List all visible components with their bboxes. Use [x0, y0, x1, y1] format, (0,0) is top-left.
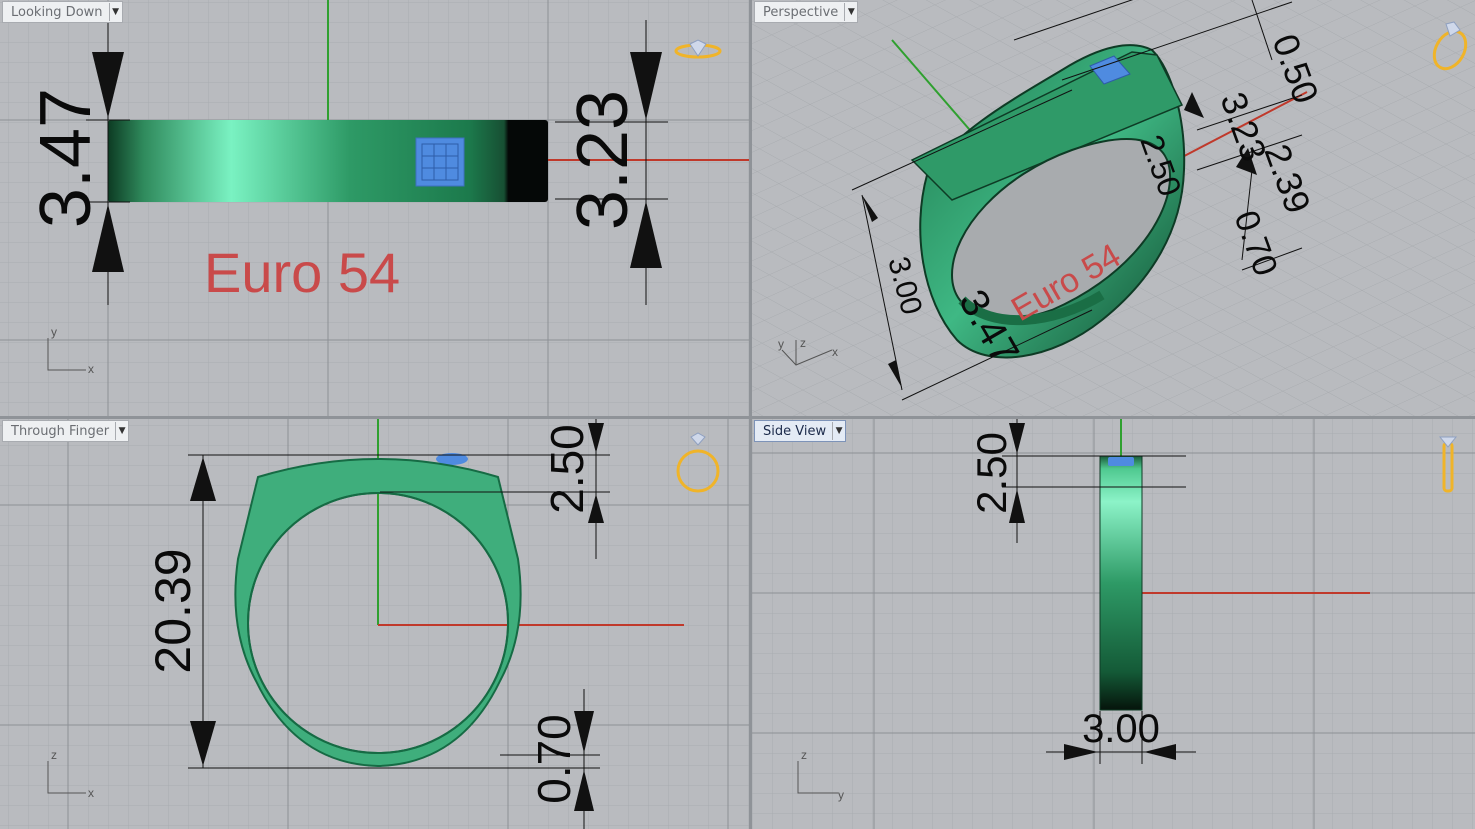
dim-20-39: 20.39: [145, 548, 201, 673]
svg-text:z: z: [51, 748, 57, 762]
dim-2-50: 2.50: [968, 432, 1015, 514]
viewport-canvas: Euro 54 0.50 3.23 2.39 0.70 2.50 3.47 3.…: [752, 0, 1475, 416]
stone: [415, 137, 465, 187]
dim-2-50: 2.50: [541, 424, 593, 514]
svg-text:x: x: [88, 362, 94, 376]
svg-text:y: y: [778, 337, 784, 351]
viewport-title: Through Finger: [11, 423, 110, 439]
dim-0-70: 0.70: [528, 714, 580, 804]
svg-text:z: z: [801, 748, 807, 762]
svg-text:x: x: [832, 345, 838, 359]
viewport-looking-down[interactable]: Looking Down ▼ 3.47 3.23 Euro 54 y x: [0, 0, 749, 416]
viewport-canvas: 2.50 3.00 z y: [752, 419, 1475, 829]
ring-band-side-view: [1099, 455, 1143, 711]
viewport-tab-through-finger[interactable]: Through Finger ▼: [2, 420, 130, 442]
viewport-title: Side View: [763, 423, 827, 439]
svg-text:z: z: [800, 336, 806, 350]
dim-3-00: 3.00: [1082, 707, 1160, 751]
dim-3-47: 3.47: [26, 88, 106, 228]
svg-text:y: y: [51, 325, 57, 339]
ring-band-top-view: [108, 120, 548, 202]
viewport-title: Looking Down: [11, 4, 103, 20]
viewport-perspective[interactable]: Perspective ▼ Euro 54 0.50 3.23 2.39 0.7…: [752, 0, 1475, 416]
viewport-title: Perspective: [763, 4, 839, 20]
viewport-tab-looking-down[interactable]: Looking Down ▼: [2, 1, 123, 23]
chevron-down-icon[interactable]: ▼: [832, 422, 845, 440]
viewport-canvas: 3.47 3.23 Euro 54 y x: [0, 0, 749, 416]
engraving-text: Euro 54: [204, 241, 400, 304]
svg-text:y: y: [838, 788, 844, 802]
chevron-down-icon[interactable]: ▼: [108, 3, 122, 21]
viewport-through-finger[interactable]: Through Finger ▼ 20.39 2.50 0.70 z x: [0, 419, 749, 829]
viewport-tab-perspective[interactable]: Perspective ▼: [754, 1, 859, 23]
svg-text:x: x: [88, 786, 94, 800]
chevron-down-icon[interactable]: ▼: [844, 3, 857, 21]
dim-3-23: 3.23: [563, 90, 643, 230]
viewport-canvas: 20.39 2.50 0.70 z x: [0, 419, 749, 829]
viewport-side-view[interactable]: Side View ▼ 2.50 3.00 z y: [752, 419, 1475, 829]
chevron-down-icon[interactable]: ▼: [115, 422, 128, 440]
viewport-tab-side-view[interactable]: Side View ▼: [754, 420, 847, 442]
